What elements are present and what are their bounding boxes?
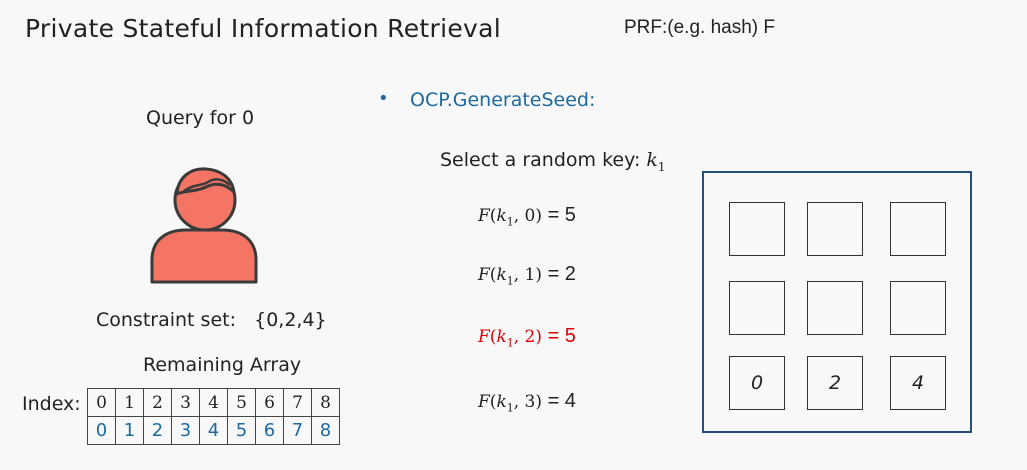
query-label: Query for 0 [146,107,255,129]
prf-eval-3: F(k1, 3) = 4 [478,390,576,414]
grid-cell [729,202,785,256]
grid-cell: 2 [807,356,863,410]
value-cell: 5 [227,416,256,445]
prf-result: = 2 [542,263,576,285]
ocp-generate-seed-label: OCP.GenerateSeed: [410,89,596,111]
index-cell: 0 [87,388,116,417]
remaining-array-table: 012345678 012345678 [87,388,340,445]
index-cell: 8 [311,388,340,417]
value-cell: 3 [171,416,200,445]
key-variable: k [646,149,658,171]
constraint-value: {0,2,4} [254,309,327,331]
grid-cell: 0 [729,356,785,410]
prf-expression: F(k1, 3) [478,392,543,415]
index-cell: 5 [227,388,256,417]
prf-expression: F(k1, 1) [478,265,543,288]
prf-expression: F(k1, 0) [478,206,543,229]
index-cell: 3 [171,388,200,417]
prf-eval-1: F(k1, 1) = 2 [478,263,576,287]
prf-eval-0: F(k1, 0) = 5 [478,204,576,228]
remaining-array-label: Remaining Array [143,354,302,376]
value-cell: 8 [311,416,340,445]
value-cell: 7 [283,416,312,445]
page-title: Private Stateful Information Retrieval [25,14,501,43]
select-key-text: Select a random key: k1 [440,149,666,174]
select-key-label: Select a random key: [440,149,647,171]
value-cell: 1 [115,416,144,445]
value-cell: 0 [87,416,116,445]
constraint-label: Constraint set: [96,309,236,331]
constraint-set: Constraint set: {0,2,4} [96,309,327,331]
prf-result: = 5 [542,325,576,347]
value-cell: 4 [199,416,228,445]
bullet-point: • [378,88,389,109]
prf-result: = 4 [542,390,576,412]
grid-cell [807,202,863,256]
prf-label: PRF:(e.g. hash) F [624,17,775,38]
grid-cell [890,202,946,256]
user-icon [150,167,258,284]
index-cell: 4 [199,388,228,417]
prf-result: = 5 [542,204,576,226]
grid-cell [890,281,946,335]
grid-cell: 4 [890,356,946,410]
index-label: Index: [22,393,81,415]
value-row: 012345678 [87,416,340,445]
index-cell: 7 [283,388,312,417]
index-cell: 6 [255,388,284,417]
prf-expression: F(k1, 2) [478,327,543,350]
value-cell: 6 [255,416,284,445]
index-cell: 1 [115,388,144,417]
key-subscript: 1 [657,159,666,174]
grid-cell [729,281,785,335]
prf-eval-2: F(k1, 2) = 5 [478,325,576,349]
value-cell: 2 [143,416,172,445]
index-cell: 2 [143,388,172,417]
index-row: 012345678 [87,388,340,417]
grid-cell [807,281,863,335]
